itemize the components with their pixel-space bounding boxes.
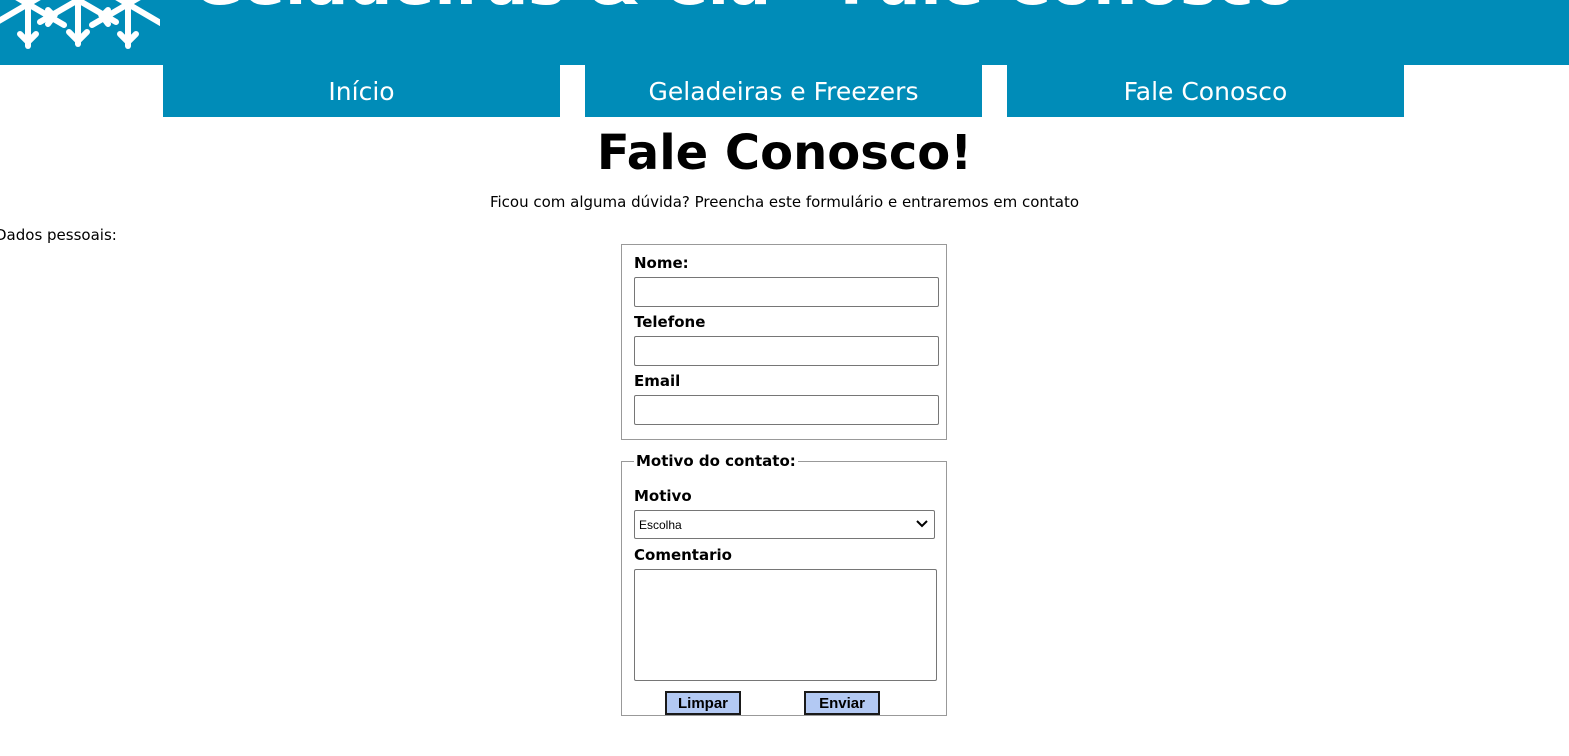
site-title: Geladeiras & Cia - Fale Conosco xyxy=(192,0,1296,18)
email-label: Email xyxy=(634,372,681,390)
reset-button[interactable]: Limpar xyxy=(665,691,741,715)
contact-reason-legend: Motivo do contato: xyxy=(636,452,796,470)
phone-input[interactable] xyxy=(634,336,939,366)
chevron-down-icon xyxy=(916,520,928,528)
page-subtitle: Ficou com alguma dúvida? Preencha este f… xyxy=(489,193,1080,211)
phone-label: Telefone xyxy=(634,313,706,331)
page-title: Fale Conosco! xyxy=(596,125,973,181)
reason-label: Motivo xyxy=(634,487,692,505)
submit-button[interactable]: Enviar xyxy=(804,691,880,715)
email-input[interactable] xyxy=(634,395,939,425)
comment-label: Comentario xyxy=(634,546,732,564)
contact-reason-fieldset: Motivo do contato: Motivo Escolha Coment… xyxy=(621,452,947,716)
name-label: Nome: xyxy=(634,254,689,272)
name-input[interactable] xyxy=(634,277,939,307)
nav-item-inicio[interactable]: Início xyxy=(163,65,560,117)
reason-select[interactable]: Escolha xyxy=(634,510,935,539)
nav-item-fale-conosco[interactable]: Fale Conosco xyxy=(1007,65,1404,117)
comment-textarea[interactable] xyxy=(634,569,937,681)
personal-data-fieldset: Nome: Telefone Email xyxy=(621,244,947,440)
snowflake-icon xyxy=(0,0,160,49)
reason-selected-value: Escolha xyxy=(639,517,682,532)
nav-item-geladeiras-freezers[interactable]: Geladeiras e Freezers xyxy=(585,65,982,117)
site-header: Geladeiras & Cia - Fale Conosco xyxy=(0,0,1569,65)
personal-data-label: Dados pessoais: xyxy=(0,226,117,244)
